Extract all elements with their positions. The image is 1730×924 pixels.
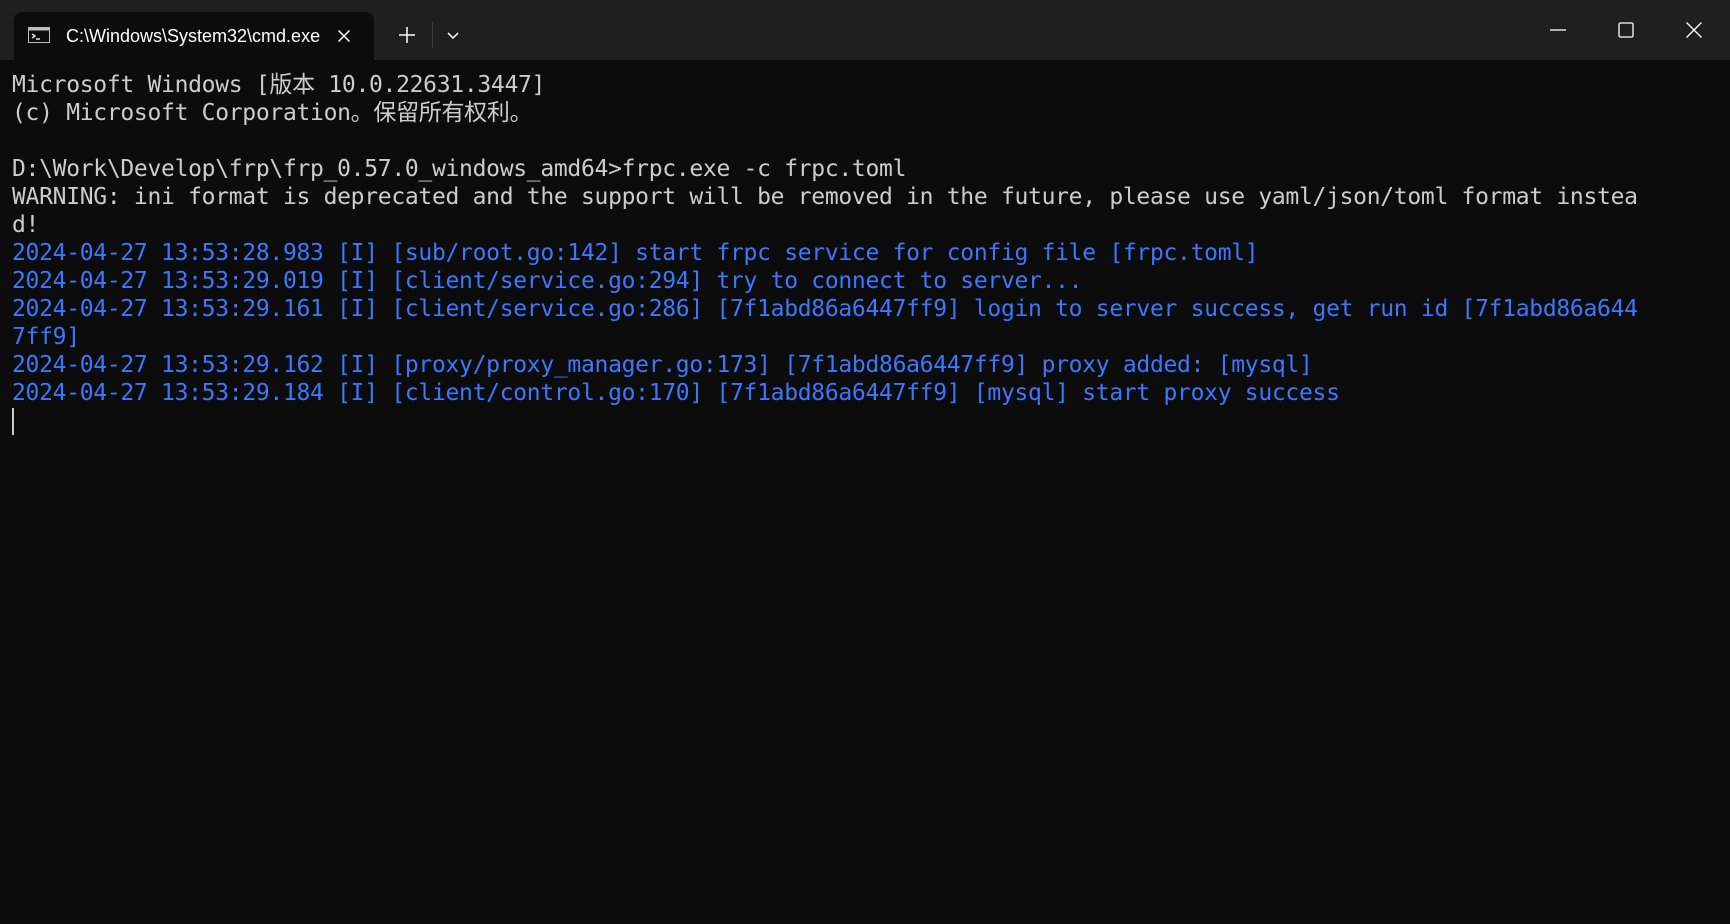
terminal-line: Microsoft Windows [版本 10.0.22631.3447] [12, 72, 546, 98]
terminal-line: (c) Microsoft Corporation。保留所有权利。 [12, 100, 533, 126]
cmd-prompt-icon [28, 27, 50, 43]
terminal-line: d! [12, 212, 40, 238]
minimize-button[interactable] [1524, 0, 1592, 60]
new-tab-button[interactable] [390, 20, 424, 50]
tab-close-icon[interactable] [332, 24, 356, 48]
log-line: 2024-04-27 13:53:29.161 [I] [client/serv… [12, 296, 1638, 322]
maximize-button[interactable] [1592, 0, 1660, 60]
close-icon [1686, 22, 1702, 38]
minimize-icon [1550, 29, 1566, 31]
maximize-icon [1618, 22, 1634, 38]
terminal-line: D:\Work\Develop\frp\frp_0.57.0_windows_a… [12, 156, 907, 182]
terminal-output[interactable]: Microsoft Windows [版本 10.0.22631.3447] (… [0, 60, 1730, 924]
log-line: 2024-04-27 13:53:29.162 [I] [proxy/proxy… [12, 352, 1313, 378]
tab-title: C:\Windows\System32\cmd.exe [66, 26, 321, 46]
terminal-lines: Microsoft Windows [版本 10.0.22631.3447] (… [12, 71, 1718, 407]
tab-cmd[interactable]: C:\Windows\System32\cmd.exe [14, 12, 374, 60]
log-line: 2024-04-27 13:53:29.019 [I] [client/serv… [12, 268, 1083, 294]
terminal-line: WARNING: ini format is deprecated and th… [12, 184, 1638, 210]
log-line: 7ff9] [12, 324, 80, 350]
tab-separator [432, 22, 433, 48]
tab-dropdown-button[interactable] [438, 20, 468, 50]
text-cursor [12, 408, 14, 435]
log-line: 2024-04-27 13:53:29.184 [I] [client/cont… [12, 380, 1340, 406]
log-line: 2024-04-27 13:53:28.983 [I] [sub/root.go… [12, 240, 1259, 266]
title-bar[interactable]: C:\Windows\System32\cmd.exe [0, 0, 1730, 60]
terminal-window: C:\Windows\System32\cmd.exe Microsoft Wi… [0, 0, 1730, 924]
close-window-button[interactable] [1660, 0, 1728, 60]
